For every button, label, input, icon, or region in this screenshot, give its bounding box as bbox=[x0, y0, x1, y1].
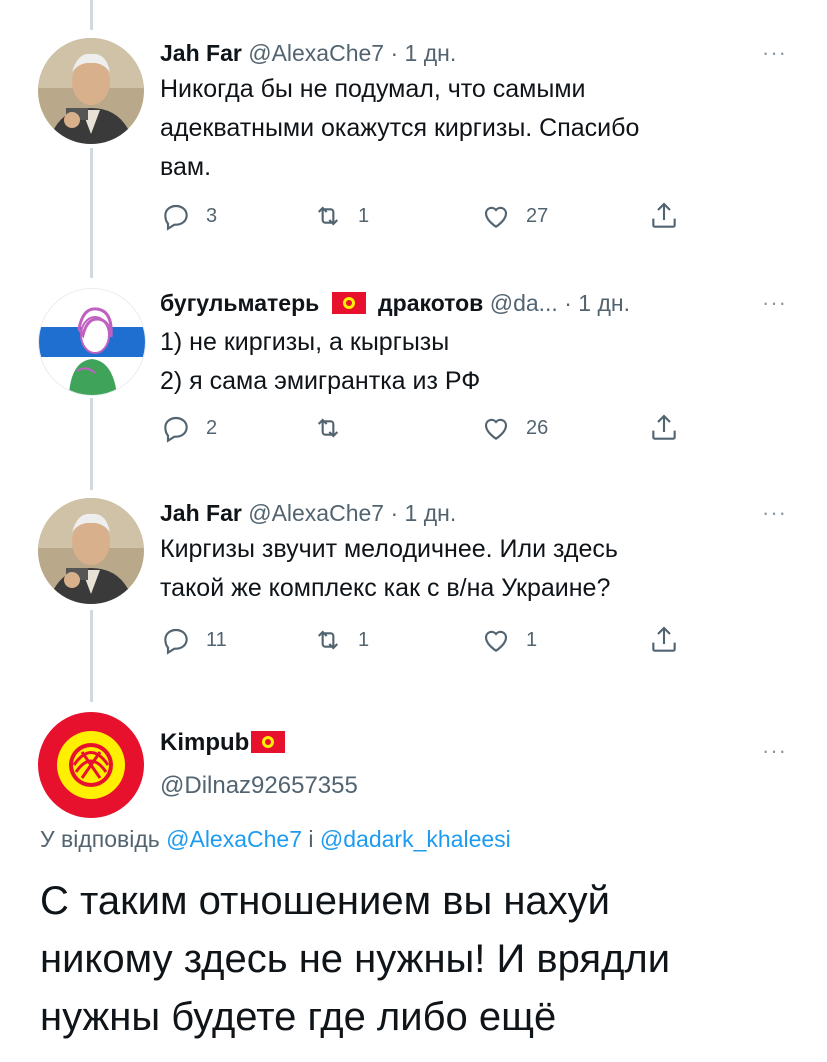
thread-line bbox=[90, 610, 93, 702]
tweet-actions: 3 1 27 bbox=[160, 200, 680, 234]
retweet-button[interactable] bbox=[312, 412, 358, 444]
reply-button[interactable]: 2 bbox=[160, 412, 217, 444]
share-button[interactable] bbox=[648, 412, 694, 444]
tweet-text-line: Никогда бы не подумал, что самыми bbox=[160, 75, 586, 103]
kyrgyz-sun-avatar-icon bbox=[38, 712, 144, 818]
share-icon bbox=[652, 626, 676, 652]
reply-button[interactable]: 11 bbox=[160, 624, 227, 656]
reply-context: У відповідь @AlexaChe7 і @dadark_khalees… bbox=[40, 826, 511, 853]
author-name[interactable]: Kimpub bbox=[160, 729, 249, 756]
tweet-text-line: 2) я сама эмигрантка из РФ bbox=[160, 367, 481, 395]
reply-icon bbox=[164, 204, 188, 231]
reply-conjunction: і bbox=[308, 826, 314, 852]
reply-count: 2 bbox=[206, 416, 218, 439]
more-options-icon[interactable]: ··· bbox=[762, 290, 787, 316]
reply-mention-link[interactable]: @dadark_khaleesi bbox=[320, 826, 511, 852]
tweet-text-line: адекватными окажутся киргизы. Спасибо bbox=[160, 114, 640, 142]
share-icon bbox=[652, 202, 676, 228]
thread-line bbox=[90, 148, 93, 278]
like-button[interactable]: 27 bbox=[480, 200, 548, 232]
tweet-actions: 11 1 1 bbox=[160, 624, 680, 658]
retweet-button[interactable]: 1 bbox=[312, 200, 369, 232]
separator-dot: · bbox=[390, 500, 399, 526]
kyrgyz-flag-icon bbox=[251, 731, 286, 761]
thread-line bbox=[90, 0, 93, 30]
like-count: 26 bbox=[526, 416, 549, 439]
retweet-count: 1 bbox=[358, 628, 370, 651]
heart-icon bbox=[484, 630, 508, 652]
like-count: 27 bbox=[526, 204, 549, 227]
more-options-icon[interactable]: ··· bbox=[762, 500, 787, 526]
tweet-time[interactable]: 1 дн. bbox=[405, 500, 457, 526]
tweet-time[interactable]: 1 дн. bbox=[405, 40, 457, 66]
tweet-text: 1) не киргизы, а кыргызы 2) я сама эмигр… bbox=[160, 323, 797, 401]
retweet-button[interactable]: 1 bbox=[312, 624, 369, 656]
retweet-icon bbox=[317, 630, 339, 650]
reply-mention-link[interactable]: @AlexaChe7 bbox=[166, 826, 302, 852]
reply-button[interactable]: 3 bbox=[160, 200, 217, 232]
share-icon bbox=[652, 414, 676, 440]
separator-dot: · bbox=[564, 290, 572, 316]
tweet-text-line: С таким отношением вы нахуй bbox=[40, 879, 611, 923]
heart-icon bbox=[484, 206, 508, 228]
tweet-time[interactable]: 1 дн. bbox=[578, 290, 630, 316]
reply-icon bbox=[164, 628, 188, 655]
retweet-icon bbox=[317, 206, 339, 226]
avatar[interactable] bbox=[38, 288, 146, 396]
avatar-man-icon bbox=[38, 38, 144, 144]
tweet-text-line: вам. bbox=[160, 153, 212, 181]
avatar-man-icon bbox=[38, 498, 144, 604]
retweet-icon bbox=[317, 418, 339, 438]
main-tweet-text: С таким отношением вы нахуй никому здесь… bbox=[40, 872, 800, 1046]
tweet-text-line: нужны будете где либо ещё bbox=[40, 995, 557, 1039]
avatar[interactable] bbox=[38, 712, 144, 818]
author-handle[interactable]: @AlexaChe7 bbox=[248, 500, 384, 526]
like-button[interactable]: 26 bbox=[480, 412, 548, 444]
reply-prefix: У відповідь bbox=[40, 826, 160, 852]
author-handle[interactable]: @AlexaChe7 bbox=[248, 40, 384, 66]
more-options-icon[interactable]: ··· bbox=[762, 738, 787, 764]
like-count: 1 bbox=[526, 628, 538, 651]
share-button[interactable] bbox=[648, 200, 694, 232]
author-name-part[interactable]: дракотов bbox=[378, 290, 483, 316]
reply-count: 3 bbox=[206, 204, 218, 227]
author-name[interactable]: бугульматерь bbox=[160, 290, 319, 316]
avatar-girl-flag-icon bbox=[39, 289, 145, 395]
separator-dot: · bbox=[390, 40, 399, 66]
author-handle[interactable]: @Dilnaz92657355 bbox=[160, 772, 358, 799]
reply-icon bbox=[164, 416, 188, 443]
reply-count: 11 bbox=[206, 628, 227, 651]
tweet-text-line: 1) не киргизы, а кыргызы bbox=[160, 328, 450, 356]
more-options-icon[interactable]: ··· bbox=[762, 40, 787, 66]
tweet-actions: 2 26 bbox=[160, 412, 680, 446]
retweet-count: 1 bbox=[358, 204, 370, 227]
like-button[interactable]: 1 bbox=[480, 624, 537, 656]
thread-line bbox=[90, 398, 93, 490]
tweet-text-line: никому здесь не нужны! И врядли bbox=[40, 937, 671, 981]
avatar[interactable] bbox=[38, 498, 144, 604]
tweet-text-line: такой же комплекс как с в/на Украине? bbox=[160, 574, 611, 602]
tweet-text-line: Киргизы звучит мелодичнее. Или здесь bbox=[160, 535, 618, 563]
tweet-text: Киргизы звучит мелодичнее. Или здесь так… bbox=[160, 530, 797, 608]
heart-icon bbox=[484, 418, 508, 440]
author-name[interactable]: Jah Far bbox=[160, 500, 242, 526]
share-button[interactable] bbox=[648, 624, 694, 656]
author-name[interactable]: Jah Far bbox=[160, 40, 242, 66]
author-handle[interactable]: @da... bbox=[490, 290, 558, 316]
kyrgyz-flag-icon bbox=[331, 291, 366, 321]
tweet-text: Никогда бы не подумал, что самыми адеква… bbox=[160, 70, 797, 187]
avatar[interactable] bbox=[38, 38, 144, 144]
